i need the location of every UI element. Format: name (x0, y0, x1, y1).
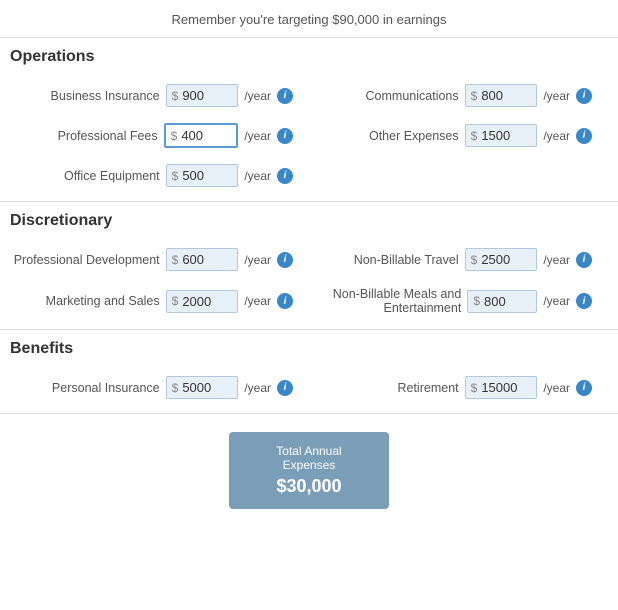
input-other-expenses[interactable] (481, 128, 531, 143)
input-wrapper-professional-development: $ (166, 248, 239, 271)
empty-cell (309, 156, 608, 195)
input-wrapper-communications: $ (465, 84, 538, 107)
year-label: /year (244, 129, 271, 143)
info-icon[interactable]: i (576, 128, 592, 144)
field-label-professional-development: Professional Development (14, 253, 160, 267)
dollar-sign: $ (471, 89, 478, 103)
year-label: /year (244, 294, 271, 308)
input-non-billable-travel[interactable] (481, 252, 531, 267)
year-label: /year (543, 381, 570, 395)
year-label: /year (543, 129, 570, 143)
dollar-sign: $ (473, 294, 480, 308)
input-non-billable-meals[interactable] (484, 294, 534, 309)
input-professional-development[interactable] (182, 252, 232, 267)
info-icon[interactable]: i (576, 380, 592, 396)
info-icon[interactable]: i (576, 293, 592, 309)
section-title-benefits: Benefits (10, 340, 608, 358)
top-banner: Remember you're targeting $90,000 in ear… (0, 0, 618, 38)
field-row-non-billable-travel: Non-Billable Travel $ /year i (309, 240, 608, 279)
dollar-sign: $ (471, 253, 478, 267)
year-label: /year (244, 253, 271, 267)
dollar-sign: $ (172, 89, 179, 103)
input-wrapper-non-billable-travel: $ (465, 248, 538, 271)
info-icon[interactable]: i (277, 380, 293, 396)
year-label: /year (543, 89, 570, 103)
section-discretionary: Discretionary Professional Development $ /y… (0, 202, 618, 330)
field-row-non-billable-meals: Non-Billable Meals and Entertainment $ /ye… (309, 279, 608, 323)
input-business-insurance[interactable] (182, 88, 232, 103)
field-row-other-expenses: Other Expenses $ /year i (309, 115, 608, 156)
dollar-sign: $ (471, 381, 478, 395)
info-icon[interactable]: i (277, 293, 293, 309)
section-title-operations: Operations (10, 48, 608, 66)
field-row-office-equipment: Office Equipment $ /year i (10, 156, 309, 195)
section-grid-operations: Business Insurance $ /year i Communications $… (10, 76, 608, 195)
dollar-sign: $ (172, 381, 179, 395)
info-icon[interactable]: i (277, 252, 293, 268)
field-label-office-equipment: Office Equipment (64, 169, 160, 183)
year-label: /year (543, 294, 570, 308)
section-grid-benefits: Personal Insurance $ /year i Retirement $ /yea… (10, 368, 608, 407)
total-label: Total Annual Expenses (249, 444, 369, 472)
field-label-retirement: Retirement (369, 381, 459, 395)
dollar-sign: $ (471, 129, 478, 143)
total-value: $30,000 (276, 476, 341, 497)
field-row-marketing-and-sales: Marketing and Sales $ /year i (10, 279, 309, 323)
year-label: /year (543, 253, 570, 267)
field-label-business-insurance: Business Insurance (51, 89, 160, 103)
input-marketing-and-sales[interactable] (182, 294, 232, 309)
input-wrapper-retirement: $ (465, 376, 538, 399)
input-wrapper-professional-fees: $ (164, 123, 239, 148)
info-icon[interactable]: i (277, 168, 293, 184)
input-retirement[interactable] (481, 380, 531, 395)
section-operations: OperationsBusiness Insurance$/yeariCommu… (0, 38, 618, 202)
input-wrapper-marketing-and-sales: $ (166, 290, 239, 313)
field-row-professional-fees: Professional Fees $ /year i (10, 115, 309, 156)
field-label-marketing-and-sales: Marketing and Sales (46, 294, 160, 308)
field-row-retirement: Retirement $ /year i (309, 368, 608, 407)
field-label-non-billable-meals: Non-Billable Meals and Entertainment (309, 287, 461, 315)
input-wrapper-non-billable-meals: $ (467, 290, 537, 313)
total-box: Total Annual Expenses $30,000 (229, 432, 389, 509)
input-wrapper-other-expenses: $ (465, 124, 538, 147)
section-grid-discretionary: Professional Development$/yeariNon-Billa… (10, 240, 608, 323)
input-wrapper-office-equipment: $ (166, 164, 239, 187)
year-label: /year (244, 169, 271, 183)
info-icon[interactable]: i (277, 88, 293, 104)
dollar-sign: $ (172, 253, 179, 267)
input-wrapper-business-insurance: $ (166, 84, 239, 107)
field-label-communications: Communications (366, 89, 459, 103)
year-label: /year (244, 381, 271, 395)
info-icon[interactable]: i (576, 88, 592, 104)
field-label-non-billable-travel: Non-Billable Travel (354, 253, 459, 267)
field-row-professional-development: Professional Development $ /year i (10, 240, 309, 279)
dollar-sign: $ (172, 294, 179, 308)
dollar-sign: $ (172, 169, 179, 183)
info-icon[interactable]: i (277, 128, 293, 144)
section-title-discretionary: Discretionary (10, 212, 608, 230)
input-wrapper-personal-insurance: $ (166, 376, 239, 399)
input-personal-insurance[interactable] (182, 380, 232, 395)
input-office-equipment[interactable] (182, 168, 232, 183)
input-professional-fees[interactable] (181, 128, 231, 143)
field-row-personal-insurance: Personal Insurance $ /year i (10, 368, 309, 407)
year-label: /year (244, 89, 271, 103)
field-row-business-insurance: Business Insurance $ /year i (10, 76, 309, 115)
input-communications[interactable] (481, 88, 531, 103)
field-label-personal-insurance: Personal Insurance (52, 381, 160, 395)
dollar-sign: $ (171, 129, 178, 143)
field-row-communications: Communications $ /year i (309, 76, 608, 115)
field-label-other-expenses: Other Expenses (369, 129, 459, 143)
section-benefits: BenefitsPersonal Insurance$/yeariRetirem… (0, 330, 618, 414)
info-icon[interactable]: i (576, 252, 592, 268)
field-label-professional-fees: Professional Fees (58, 129, 158, 143)
